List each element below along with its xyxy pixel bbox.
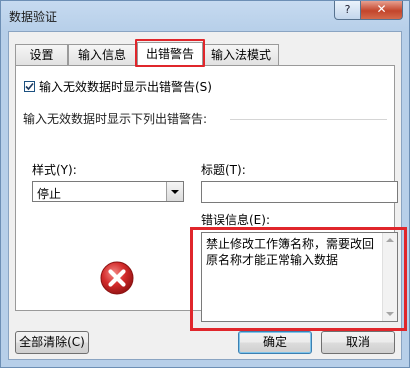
error-message-label: 错误信息(E): [201, 213, 270, 227]
window-title: 数据验证 [9, 10, 58, 24]
error-alert-panel: 输入无效数据时显示出错警告(S) 输入无效数据时显示下列出错警告: 样式(Y):… [15, 65, 407, 331]
tab-settings[interactable]: 设置 [15, 44, 68, 65]
title-input[interactable] [201, 181, 398, 203]
cancel-button[interactable]: 取消 [321, 331, 395, 354]
tab-input-message[interactable]: 输入信息 [68, 44, 136, 65]
show-error-alert-checkbox[interactable] [24, 81, 35, 92]
checkmark-icon [25, 82, 34, 91]
title-label: 标题(T): [201, 163, 246, 177]
chevron-down-icon [171, 190, 179, 194]
show-error-alert-label: 输入无效数据时显示出错警告(S) [39, 80, 212, 94]
section-divider [230, 119, 387, 120]
clear-all-button[interactable]: 全部清除(C) [15, 331, 89, 354]
help-button[interactable]: ? [334, 1, 361, 20]
error-stop-icon [100, 261, 134, 295]
tab-highlight-box [135, 39, 205, 67]
data-validation-dialog: 数据验证 ? ✕ 设置 输入信息 出错警告 输入法模式 输入无效数据时显示出错警… [0, 0, 410, 368]
tab-ime-mode[interactable]: 输入法模式 [203, 44, 279, 65]
ok-button[interactable]: 确定 [238, 331, 312, 354]
style-select-value: 停止 [37, 187, 62, 201]
style-select[interactable]: 停止 [32, 181, 184, 202]
close-button[interactable]: ✕ [360, 1, 403, 20]
style-dropdown-button[interactable] [166, 182, 183, 201]
message-highlight-box [190, 227, 407, 331]
style-label: 样式(Y): [32, 163, 77, 177]
dialog-body: 设置 输入信息 出错警告 输入法模式 输入无效数据时显示出错警告(S) 输入无效… [8, 31, 407, 360]
show-error-alert-option[interactable]: 输入无效数据时显示出错警告(S) [24, 78, 212, 95]
section-label: 输入无效数据时显示下列出错警告: [23, 112, 208, 126]
title-bar: 数据验证 ? ✕ [1, 1, 409, 31]
